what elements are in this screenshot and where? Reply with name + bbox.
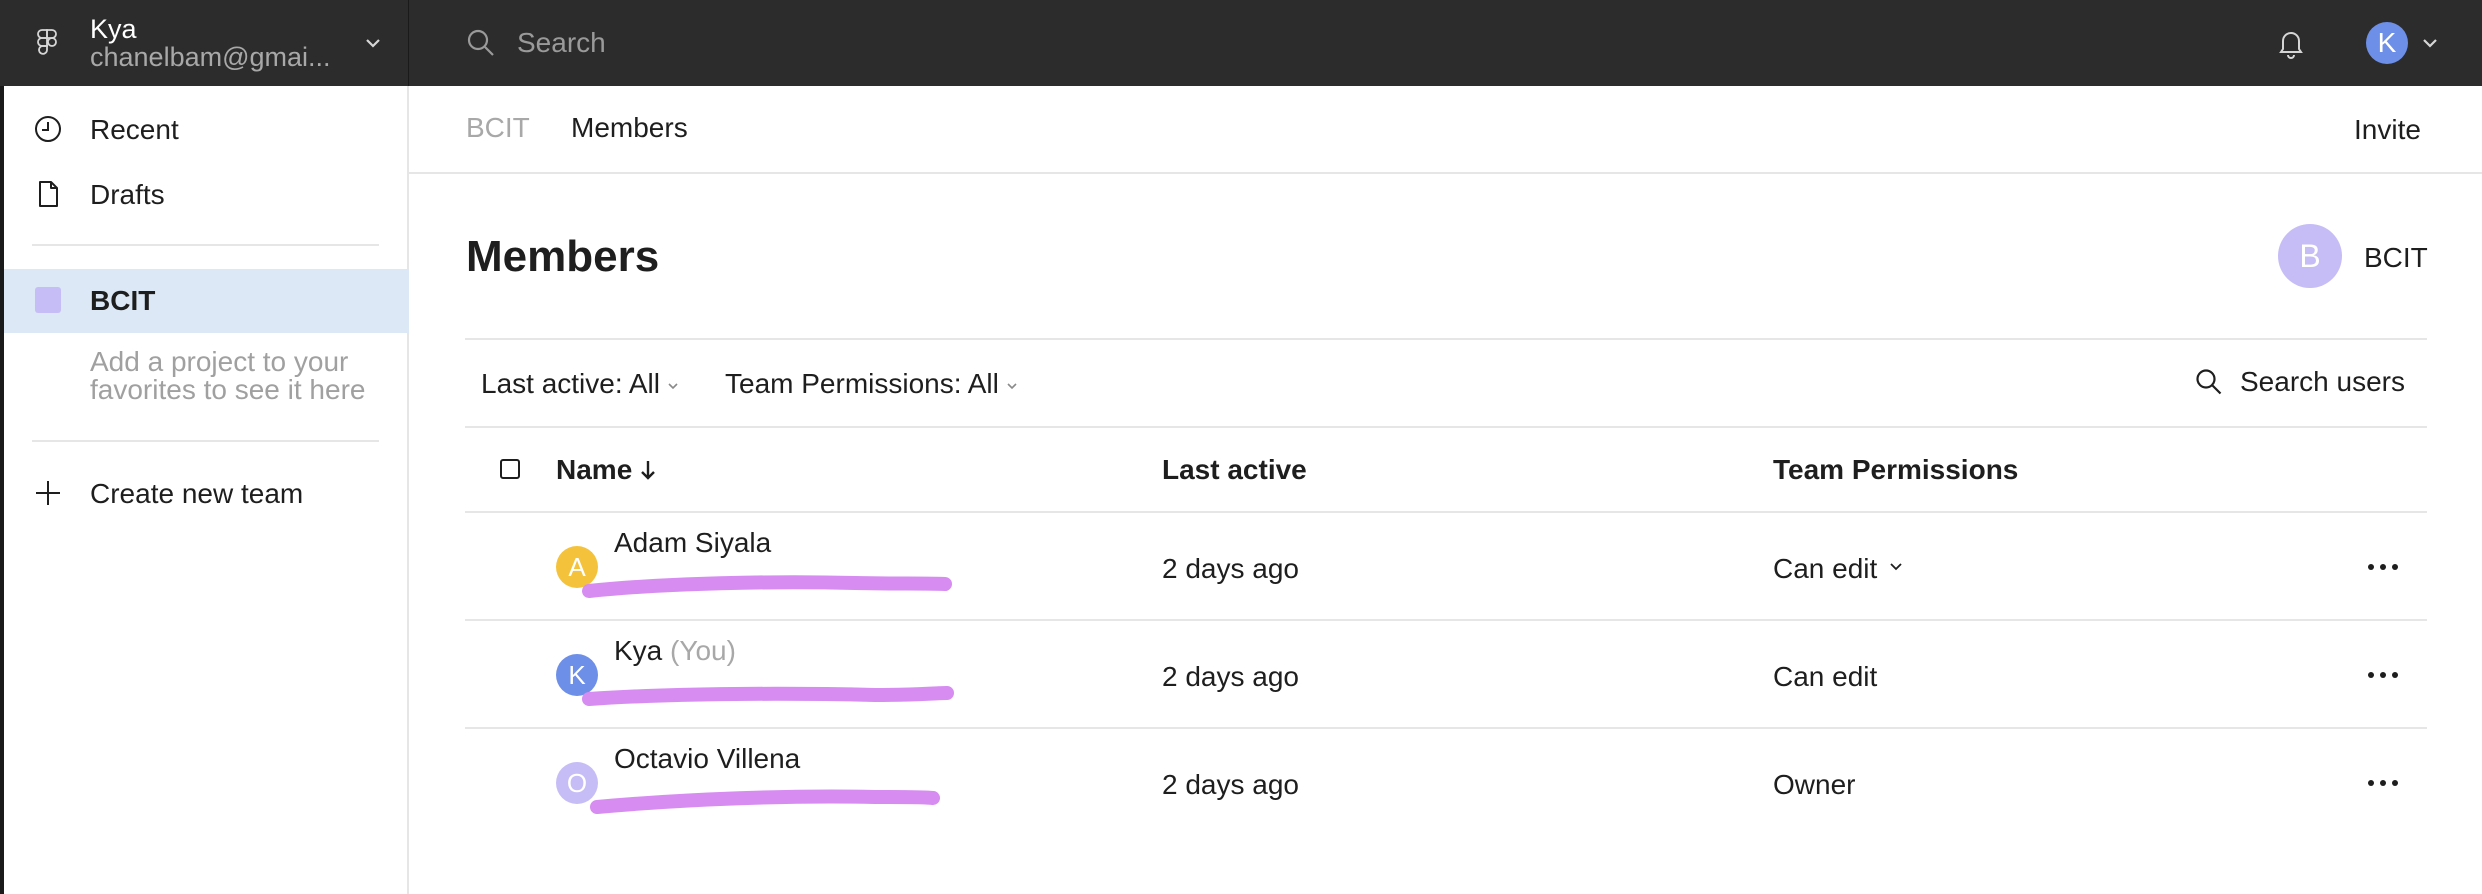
sidebar-divider	[32, 244, 379, 246]
header-divider	[409, 172, 2482, 174]
table-row[interactable]: K Kya (You) 2 days ago Can edit	[465, 621, 2427, 729]
last-active-filter[interactable]: Last active: All	[481, 368, 680, 400]
redaction-scribble	[582, 686, 954, 706]
chevron-down-icon	[668, 383, 678, 389]
permissions-filter[interactable]: Team Permissions: All	[725, 368, 1019, 400]
breadcrumb-current-page: Members	[571, 112, 688, 143]
create-team-label: Create new team	[90, 478, 304, 509]
account-switcher[interactable]: Kya chanelbam@gmai...	[0, 0, 409, 86]
sidebar-item-label: Drafts	[90, 179, 165, 210]
redaction-scribble	[582, 575, 952, 598]
account-email: chanelbam@gmai...	[90, 42, 331, 72]
more-options-icon[interactable]	[2365, 661, 2401, 689]
team-color-swatch	[35, 287, 61, 313]
page-title: Members	[466, 232, 660, 281]
chevron-down-icon	[1007, 383, 1017, 389]
chevron-down-icon	[366, 39, 380, 48]
user-avatar[interactable]: K	[2366, 22, 2408, 64]
search-icon	[467, 29, 494, 56]
table-row[interactable]: O Octavio Villena 2 days ago Owner	[465, 729, 2427, 837]
search-users-label: Search users	[2240, 366, 2405, 397]
team-label: BCIT	[90, 285, 156, 316]
sidebar: Recent Drafts BCIT Add a project to your…	[0, 86, 409, 894]
invite-button[interactable]: Invite	[2354, 114, 2421, 146]
last-active-value: 2 days ago	[1162, 553, 1299, 584]
figma-logo-icon	[37, 29, 57, 55]
clock-icon	[35, 116, 61, 142]
arrow-down-icon	[641, 461, 656, 480]
search-input[interactable]	[517, 22, 1217, 64]
redaction-scribble	[590, 789, 940, 814]
last-active-value: 2 days ago	[1162, 661, 1299, 692]
search-icon	[2196, 369, 2222, 395]
sidebar-divider	[32, 440, 379, 442]
column-header-name[interactable]: Name	[556, 454, 658, 486]
chevron-down-icon	[1890, 563, 1902, 571]
permission-value: Can edit	[1773, 661, 1878, 692]
plus-icon	[36, 481, 60, 505]
divider	[465, 426, 2427, 428]
permissions-filter-label: Team Permissions: All	[725, 368, 999, 399]
team-name: BCIT	[2364, 242, 2428, 273]
favorites-hint: Add a project to your favorites to see i…	[90, 346, 366, 405]
column-header-name-label: Name	[556, 454, 633, 485]
main-content: BCIT Members Invite Members B BCIT Last …	[409, 86, 2482, 894]
team-avatar: B	[2278, 224, 2342, 288]
create-new-team-button[interactable]: Create new team	[4, 462, 409, 524]
more-options-icon[interactable]	[2365, 769, 2401, 797]
top-bar: Kya chanelbam@gmai... K	[0, 0, 2482, 86]
sidebar-item-recent[interactable]: Recent	[4, 98, 409, 160]
permission-value: Can edit	[1773, 553, 1878, 584]
permission-value: Owner	[1773, 769, 1856, 800]
last-active-filter-label: Last active: All	[481, 368, 660, 399]
chevron-down-icon[interactable]	[2420, 33, 2440, 53]
more-options-icon[interactable]	[2365, 553, 2401, 581]
sidebar-item-team-bcit[interactable]: BCIT	[4, 269, 409, 333]
sidebar-item-label: Recent	[90, 114, 179, 145]
column-header-permissions[interactable]: Team Permissions	[1773, 454, 2018, 486]
column-header-last-active[interactable]: Last active	[1162, 454, 1307, 486]
breadcrumb-team-link[interactable]: BCIT	[466, 112, 530, 144]
account-name: Kya	[90, 14, 137, 44]
divider	[465, 338, 2427, 340]
last-active-value: 2 days ago	[1162, 769, 1299, 800]
table-row[interactable]: A Adam Siyala 2 days ago Can edit	[465, 513, 2427, 621]
notification-bell-icon[interactable]	[2274, 26, 2308, 60]
select-all-checkbox[interactable]	[500, 459, 520, 479]
sidebar-item-drafts[interactable]: Drafts	[4, 163, 409, 225]
file-icon	[39, 181, 58, 207]
permission-dropdown[interactable]: Can edit	[1773, 553, 1905, 585]
